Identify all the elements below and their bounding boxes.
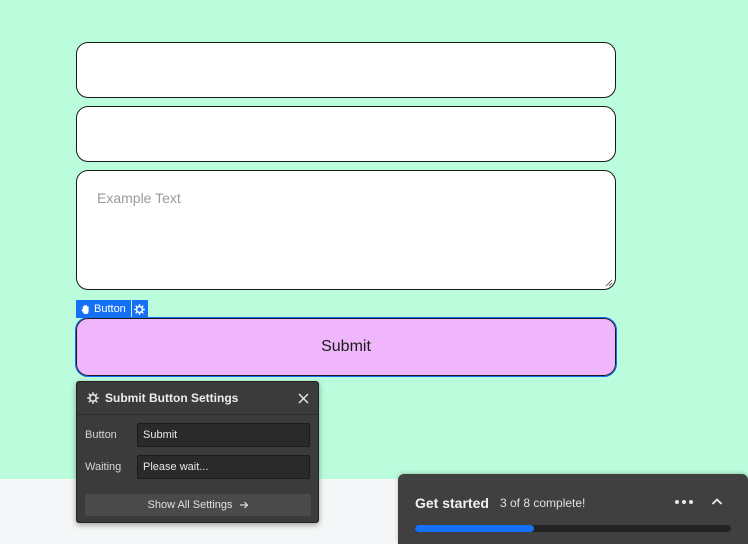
panel-title: Submit Button Settings	[105, 391, 239, 405]
get-started-progress-bar	[415, 525, 731, 532]
setting-row-waiting: Waiting Please wait...	[85, 455, 310, 479]
setting-label-waiting: Waiting	[85, 461, 122, 473]
text-input-field-1[interactable]	[76, 42, 616, 98]
gear-icon	[134, 303, 146, 315]
progress-bar-fill	[415, 525, 534, 532]
collapse-button[interactable]	[709, 494, 725, 510]
setting-label-button: Button	[85, 429, 117, 441]
button-text-input[interactable]: Submit	[137, 423, 310, 447]
hand-icon	[81, 304, 89, 314]
show-all-settings-label: Show All Settings	[147, 499, 233, 511]
chevron-up-icon	[711, 498, 723, 505]
submit-button-settings-panel: Submit Button Settings Button Submit Wai…	[76, 381, 319, 523]
waiting-text-input[interactable]: Please wait...	[137, 455, 310, 479]
get-started-widget: Get started 3 of 8 complete!	[398, 474, 748, 544]
selection-settings-button[interactable]	[131, 300, 148, 318]
selection-tag-label: Button	[94, 303, 126, 315]
get-started-title: Get started	[415, 495, 489, 511]
textarea-placeholder: Example Text	[97, 190, 181, 206]
element-selection-tag: Button	[76, 300, 148, 318]
more-dots-icon	[675, 500, 679, 504]
resize-grip-icon[interactable]	[605, 279, 613, 287]
show-all-settings-button[interactable]: Show All Settings	[85, 494, 311, 516]
selection-tag-button[interactable]: Button	[76, 300, 131, 318]
submit-button[interactable]: Submit	[75, 317, 617, 377]
panel-header: Submit Button Settings	[77, 382, 318, 415]
close-icon	[298, 393, 308, 403]
setting-row-button: Button Submit	[85, 423, 310, 447]
get-started-progress-text: 3 of 8 complete!	[500, 496, 586, 510]
close-panel-button[interactable]	[296, 391, 310, 405]
textarea-field[interactable]: Example Text	[76, 170, 616, 290]
text-input-field-2[interactable]	[76, 106, 616, 162]
more-options-button[interactable]	[674, 494, 694, 510]
arrow-right-icon	[239, 501, 248, 509]
gear-icon	[87, 392, 99, 404]
